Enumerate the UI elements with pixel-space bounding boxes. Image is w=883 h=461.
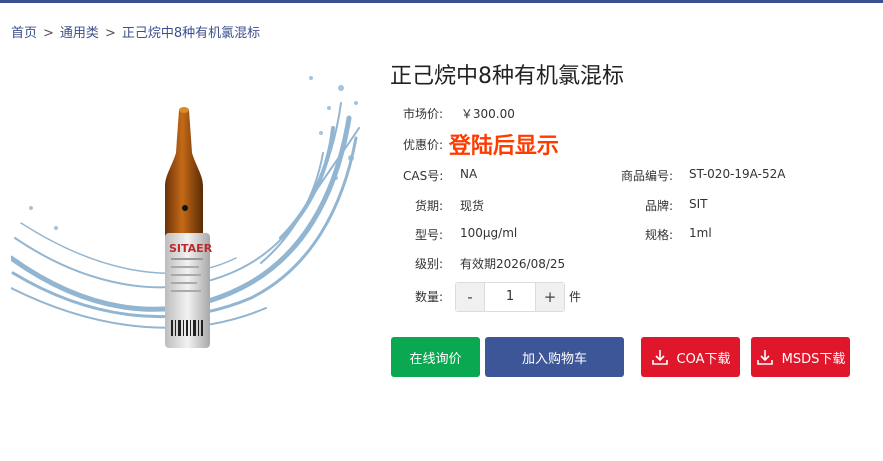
- market-price-row: 市场价: ￥300.00: [403, 105, 515, 122]
- level-value: 有效期2026/08/25: [460, 257, 566, 271]
- product-title: 正己烷中8种有机氯混标: [390, 64, 624, 89]
- model-value: 100μg/ml: [460, 226, 518, 240]
- code-label: 商品编号:: [621, 169, 674, 183]
- vial-barcode: [171, 320, 203, 336]
- inquiry-button[interactable]: 在线询价: [391, 337, 480, 377]
- coa-download-label: COA下载: [676, 351, 731, 367]
- period-label: 货期:: [415, 199, 444, 213]
- download-icon: [756, 350, 773, 365]
- spec-label: 规格:: [645, 228, 674, 242]
- download-icon: [651, 350, 668, 365]
- breadcrumb-category[interactable]: 通用类: [60, 26, 99, 41]
- top-border: [0, 0, 883, 3]
- msds-download-button[interactable]: MSDS下载: [751, 337, 850, 377]
- inquiry-button-label: 在线询价: [409, 351, 462, 367]
- breadcrumb-home[interactable]: 首页: [11, 26, 37, 41]
- level-label: 级别:: [415, 257, 444, 271]
- discount-price-label: 优惠价:: [403, 137, 444, 152]
- quantity-minus-button[interactable]: -: [456, 283, 484, 311]
- breadcrumb-current[interactable]: 正己烷中8种有机氯混标: [122, 26, 260, 41]
- ampoule-vial: SITAER: [165, 107, 213, 348]
- breadcrumb-separator: >: [104, 26, 116, 41]
- market-price-label: 市场价:: [403, 107, 444, 121]
- brand-label: 品牌:: [645, 199, 674, 213]
- brand-value: SIT: [689, 197, 708, 211]
- cas-label: CAS号:: [403, 169, 444, 183]
- add-to-cart-button[interactable]: 加入购物车: [485, 337, 624, 377]
- quantity-plus-button[interactable]: +: [536, 283, 564, 311]
- period-value: 现货: [460, 199, 485, 213]
- discount-price-value[interactable]: 登陆后显示: [449, 134, 559, 159]
- discount-price-row: 优惠价: 登陆后显示: [403, 128, 559, 160]
- market-price-value: ￥300.00: [460, 107, 515, 121]
- code-value: ST-020-19A-52A: [689, 167, 786, 181]
- coa-download-button[interactable]: COA下载: [641, 337, 740, 377]
- model-label: 型号:: [415, 228, 444, 242]
- cas-row: CAS号:: [403, 167, 443, 184]
- product-image: SITAER: [8, 58, 363, 358]
- spec-value: 1ml: [689, 226, 712, 240]
- quantity-label: 数量:: [415, 290, 444, 304]
- product-image-svg: SITAER: [8, 76, 360, 348]
- quantity-stepper[interactable]: - 1 +: [455, 282, 565, 312]
- quantity-input[interactable]: 1: [484, 283, 536, 311]
- add-to-cart-label: 加入购物车: [521, 351, 587, 367]
- vial-label-text: SITAER: [169, 242, 213, 255]
- msds-download-label: MSDS下载: [781, 351, 846, 367]
- quantity-unit: 件: [569, 290, 582, 304]
- breadcrumb: 首页 > 通用类 > 正己烷中8种有机氯混标: [11, 22, 260, 41]
- cas-value: NA: [460, 167, 478, 181]
- breadcrumb-separator: >: [43, 26, 54, 41]
